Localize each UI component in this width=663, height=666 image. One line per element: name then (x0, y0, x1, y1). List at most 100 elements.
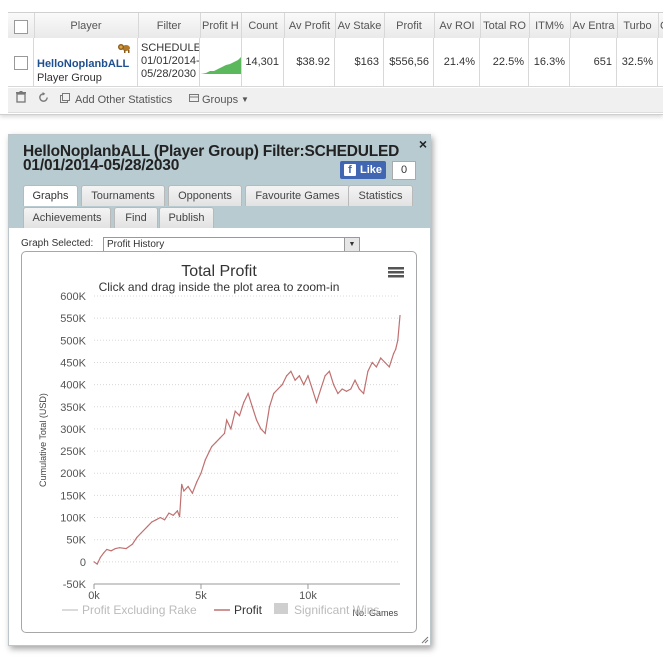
tab-favourite-games[interactable]: Favourite Games (245, 185, 350, 206)
groups-icon[interactable] (189, 88, 199, 112)
data-point (168, 512, 170, 514)
header-itm[interactable]: ITM% (529, 13, 571, 39)
chevron-down-icon[interactable]: ▼ (344, 238, 359, 251)
player-group-label: Player Group (37, 72, 102, 84)
av-roi-cell: 21.4% (434, 38, 480, 86)
select-all-checkbox[interactable] (14, 20, 28, 34)
data-point (219, 437, 221, 439)
data-point (298, 375, 301, 377)
y-axis-label: Cumulative Total (USD) (38, 393, 48, 487)
tab-achievements[interactable]: Achievements (23, 207, 111, 228)
header-count[interactable]: Count (242, 13, 285, 39)
y-tick-label: 250K (60, 446, 86, 458)
data-point (176, 510, 179, 512)
data-point (290, 370, 292, 372)
header-player[interactable]: Player (34, 13, 139, 39)
table-row[interactable]: HelloNoplanbALL Player Group SCHEDULED 0… (8, 38, 663, 87)
data-point (277, 388, 279, 390)
table-header-row: Player Filter Profit H Count Av Profit A… (8, 12, 663, 40)
chart-container[interactable]: Total Profit Click and drag inside the pl… (21, 251, 417, 633)
data-point (392, 353, 395, 355)
add-stats-icon[interactable] (60, 88, 70, 112)
data-point (388, 366, 390, 368)
trash-icon[interactable] (16, 88, 26, 112)
y-tick-label: 0 (80, 557, 86, 569)
data-point (181, 483, 183, 485)
dialog-header: HelloNoplanbALL (Player Group) Filter:SC… (9, 135, 430, 228)
legend-item[interactable]: Profit (234, 603, 263, 617)
y-tick-label: 150K (60, 490, 86, 502)
player-name-link[interactable]: HelloNoplanbALL (37, 58, 129, 70)
chevron-down-icon[interactable]: ▼ (241, 88, 249, 112)
data-point (191, 492, 194, 494)
facebook-like-button[interactable]: f Like (340, 161, 386, 179)
y-tick-label: 200K (60, 468, 86, 480)
data-point (260, 428, 262, 430)
profit-history-sparkline-cell (200, 38, 242, 86)
profit-chart[interactable]: Total ProfitClick and drag inside the pl… (22, 252, 416, 632)
y-tick-label: 600K (60, 291, 86, 303)
data-point (341, 388, 343, 390)
refresh-icon[interactable] (38, 88, 49, 112)
header-av-profit[interactable]: Av Profit (284, 13, 336, 39)
header-filter[interactable]: Filter (138, 13, 201, 39)
groups-dropdown[interactable]: Groups (202, 88, 238, 112)
data-point (125, 547, 127, 550)
data-point (93, 561, 95, 563)
header-profit[interactable]: Profit (384, 13, 435, 39)
graph-select-dropdown[interactable]: Profit History ▼ (103, 237, 360, 252)
header-av-entrants[interactable]: Av Entra (570, 13, 618, 39)
header-total-roi[interactable]: Total RO (480, 13, 530, 39)
data-point (140, 532, 142, 534)
header-select-cell (8, 13, 35, 39)
like-count: 0 (392, 161, 416, 180)
data-point (333, 384, 335, 386)
data-point (159, 516, 161, 519)
x-tick-label: 0k (88, 590, 100, 602)
add-other-statistics-link[interactable]: Add Other Statistics (75, 88, 172, 112)
header-profit-history[interactable]: Profit H (200, 13, 242, 39)
data-point (337, 392, 339, 395)
data-point (136, 536, 138, 539)
data-point (208, 450, 211, 452)
data-point (178, 516, 181, 518)
y-tick-label: 500K (60, 335, 86, 347)
close-icon[interactable]: × (419, 136, 427, 152)
data-point (264, 432, 266, 434)
tab-tournaments[interactable]: Tournaments (81, 185, 165, 206)
data-point (303, 384, 305, 386)
table-toolbar: Add Other Statistics Groups ▼ (8, 88, 663, 113)
filter-cell: SCHEDULED 01/01/2014- 05/28/2030 (138, 38, 200, 86)
row-checkbox[interactable] (14, 56, 28, 70)
header-turbo[interactable]: Turbo (617, 13, 659, 39)
legend-item[interactable]: Profit Excluding Rake (82, 603, 197, 617)
header-av-stake[interactable]: Av Stake (335, 13, 385, 39)
data-point (234, 410, 236, 412)
resize-handle-icon[interactable] (421, 636, 429, 644)
data-point (285, 375, 288, 377)
tab-statistics[interactable]: Statistics (348, 185, 413, 206)
header-c[interactable]: C (658, 13, 663, 39)
data-point (247, 392, 249, 395)
tab-publish[interactable]: Publish (159, 207, 214, 228)
menu-icon[interactable] (388, 267, 404, 278)
header-av-roi[interactable]: Av ROI (434, 13, 481, 39)
legend-item[interactable]: Significant Wins (294, 603, 379, 617)
data-point (395, 348, 397, 350)
c-cell (658, 38, 663, 86)
data-point (238, 415, 241, 417)
data-point (328, 370, 330, 372)
turbo-cell: 32.5% (617, 38, 658, 86)
series-line-profit (93, 315, 401, 566)
data-point (187, 485, 189, 488)
chart-title: Total Profit (181, 263, 257, 280)
tab-opponents[interactable]: Opponents (168, 185, 242, 206)
y-tick-label: 350K (60, 402, 86, 414)
tab-find[interactable]: Find (114, 207, 158, 228)
data-point (363, 392, 365, 395)
data-point (119, 547, 121, 549)
tab-graphs[interactable]: Graphs (23, 185, 78, 206)
data-point (251, 406, 253, 408)
data-point (223, 432, 226, 434)
data-point (307, 375, 309, 377)
